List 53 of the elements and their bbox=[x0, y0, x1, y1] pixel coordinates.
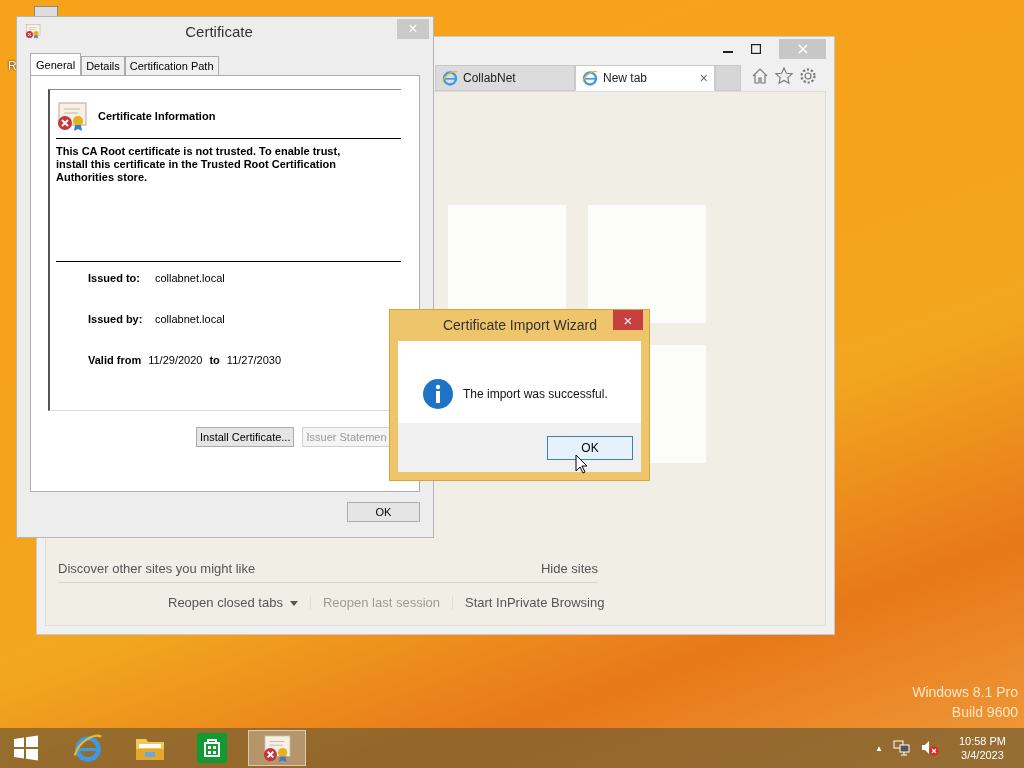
field-label: Issued by: bbox=[88, 313, 144, 325]
field-label: Issued to: bbox=[88, 272, 141, 284]
browser-tab[interactable]: New tab × bbox=[575, 65, 715, 91]
trust-warning-text: This CA Root certificate is not trusted. To enable trust, install this certificate in the Trusted Root Certification Authorities store. bbox=[56, 145, 401, 262]
home-icon[interactable] bbox=[751, 67, 769, 85]
browser-logo-icon bbox=[73, 733, 103, 763]
discover-text: Discover other sites you might like bbox=[58, 561, 256, 576]
close-button[interactable]: × bbox=[613, 310, 643, 330]
hide-sites-link[interactable]: Hide sites bbox=[540, 561, 598, 576]
close-icon bbox=[797, 44, 808, 54]
dialog-tab[interactable]: Certification Path bbox=[124, 56, 219, 75]
clock[interactable]: 10:58 PM 3/4/2023 bbox=[958, 735, 1006, 761]
information-icon bbox=[423, 379, 453, 409]
dialog-tab[interactable]: General bbox=[30, 53, 82, 75]
dialog-button[interactable]: Install Certificate... bbox=[196, 427, 295, 447]
certificate-icon bbox=[262, 733, 292, 763]
store-bag-icon bbox=[197, 733, 227, 763]
field-value: 11/29/2020 bbox=[148, 354, 203, 366]
certificate-icon bbox=[25, 23, 41, 39]
success-message: The import was successful. bbox=[463, 387, 608, 401]
network-icon[interactable] bbox=[892, 740, 911, 756]
taskbar-button[interactable] bbox=[248, 730, 306, 766]
certificate-error-icon bbox=[56, 100, 88, 132]
field-label: to bbox=[209, 354, 220, 366]
volume-muted-icon[interactable] bbox=[920, 740, 939, 756]
tab-close-button[interactable]: × bbox=[699, 70, 708, 86]
window-title: Certificate Import Wizard bbox=[442, 317, 597, 333]
tab-title: New tab bbox=[603, 71, 648, 85]
ok-button[interactable]: OK bbox=[347, 502, 420, 522]
field-value: collabnet.local bbox=[155, 272, 225, 284]
settings-icon[interactable] bbox=[799, 67, 817, 85]
tab-title: CollabNet bbox=[463, 71, 516, 85]
window-title: Certificate bbox=[184, 22, 254, 40]
browser-logo-icon bbox=[582, 70, 598, 86]
certificate-info-heading: Certificate Information bbox=[98, 110, 216, 122]
browser-logo-icon bbox=[442, 70, 458, 86]
clock-date: 3/4/2023 bbox=[961, 749, 1004, 761]
new-tab-link[interactable]: Reopen closed tabs bbox=[168, 595, 298, 610]
new-tab-link[interactable]: Start InPrivate Browsing bbox=[465, 595, 605, 610]
windows-start-icon bbox=[13, 735, 39, 761]
mouse-pointer-icon bbox=[575, 454, 588, 474]
star-icon[interactable] bbox=[775, 67, 793, 85]
browser-tab[interactable]: CollabNet bbox=[435, 65, 575, 91]
maximize-icon[interactable] bbox=[751, 44, 761, 54]
field-label: Valid from bbox=[88, 354, 142, 366]
field-value: collabnet.local bbox=[155, 313, 225, 325]
windows-version-text: Windows 8.1 Pro bbox=[912, 684, 1018, 700]
dialog-tab[interactable]: Details bbox=[81, 56, 125, 75]
windows-version-text: Build 9600 bbox=[951, 704, 1018, 720]
field-value: 11/27/2030 bbox=[226, 354, 282, 366]
clock-time: 10:58 PM bbox=[958, 735, 1006, 747]
show-hidden-icons-button[interactable]: ▲ bbox=[875, 743, 883, 753]
ok-button[interactable]: OK bbox=[547, 435, 633, 460]
